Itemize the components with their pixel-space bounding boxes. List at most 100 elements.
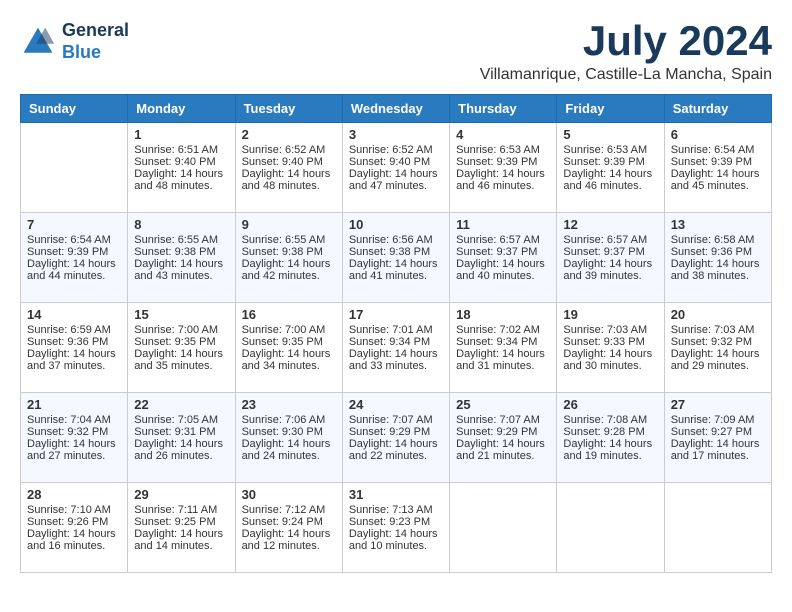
cell-info: Sunrise: 6:57 AM [456,234,550,246]
cell-info: Sunset: 9:34 PM [456,336,550,348]
cell-info: Sunset: 9:24 PM [242,516,336,528]
calendar-cell: 25Sunrise: 7:07 AMSunset: 9:29 PMDayligh… [450,393,557,483]
cell-info: Sunset: 9:27 PM [671,426,765,438]
cell-info: Sunrise: 6:53 AM [563,144,657,156]
calendar-cell: 21Sunrise: 7:04 AMSunset: 9:32 PMDayligh… [21,393,128,483]
calendar-cell: 9Sunrise: 6:55 AMSunset: 9:38 PMDaylight… [235,213,342,303]
cell-info: and 39 minutes. [563,270,657,282]
cell-info: Sunset: 9:39 PM [27,246,121,258]
cell-info: and 48 minutes. [242,180,336,192]
cell-info: Sunrise: 6:51 AM [134,144,228,156]
cell-info: and 43 minutes. [134,270,228,282]
header: General Blue July 2024 Villamanrique, Ca… [20,20,772,84]
weekday-header: Sunday [21,95,128,123]
calendar-cell: 22Sunrise: 7:05 AMSunset: 9:31 PMDayligh… [128,393,235,483]
calendar-week-row: 28Sunrise: 7:10 AMSunset: 9:26 PMDayligh… [21,483,772,573]
cell-info: and 47 minutes. [349,180,443,192]
day-number: 10 [349,217,443,232]
cell-info: Sunset: 9:38 PM [134,246,228,258]
month-year: July 2024 [480,20,772,62]
cell-info: and 21 minutes. [456,450,550,462]
cell-info: Daylight: 14 hours [349,348,443,360]
cell-info: and 10 minutes. [349,540,443,552]
cell-info: Sunrise: 7:06 AM [242,414,336,426]
cell-info: and 41 minutes. [349,270,443,282]
cell-info: Sunset: 9:40 PM [349,156,443,168]
calendar-cell: 16Sunrise: 7:00 AMSunset: 9:35 PMDayligh… [235,303,342,393]
calendar-table: SundayMondayTuesdayWednesdayThursdayFrid… [20,94,772,573]
cell-info: Sunset: 9:36 PM [671,246,765,258]
cell-info: Sunset: 9:38 PM [242,246,336,258]
calendar-cell [21,123,128,213]
cell-info: and 26 minutes. [134,450,228,462]
cell-info: Sunset: 9:39 PM [671,156,765,168]
weekday-header: Saturday [664,95,771,123]
day-number: 28 [27,487,121,502]
cell-info: Sunset: 9:37 PM [456,246,550,258]
cell-info: Daylight: 14 hours [671,258,765,270]
calendar-cell: 10Sunrise: 6:56 AMSunset: 9:38 PMDayligh… [342,213,449,303]
calendar-cell: 11Sunrise: 6:57 AMSunset: 9:37 PMDayligh… [450,213,557,303]
calendar-cell: 17Sunrise: 7:01 AMSunset: 9:34 PMDayligh… [342,303,449,393]
cell-info: and 45 minutes. [671,180,765,192]
cell-info: Sunrise: 6:57 AM [563,234,657,246]
cell-info: Sunrise: 6:52 AM [242,144,336,156]
day-number: 2 [242,127,336,142]
calendar-cell: 15Sunrise: 7:00 AMSunset: 9:35 PMDayligh… [128,303,235,393]
cell-info: Sunrise: 6:59 AM [27,324,121,336]
cell-info: Sunset: 9:38 PM [349,246,443,258]
cell-info: Daylight: 14 hours [242,438,336,450]
cell-info: and 30 minutes. [563,360,657,372]
cell-info: Sunrise: 7:03 AM [671,324,765,336]
cell-info: Daylight: 14 hours [456,438,550,450]
cell-info: Daylight: 14 hours [134,348,228,360]
cell-info: Sunrise: 7:08 AM [563,414,657,426]
cell-info: Sunset: 9:36 PM [27,336,121,348]
cell-info: Sunrise: 7:00 AM [134,324,228,336]
day-number: 26 [563,397,657,412]
cell-info: Daylight: 14 hours [27,438,121,450]
header-row: SundayMondayTuesdayWednesdayThursdayFrid… [21,95,772,123]
weekday-header: Tuesday [235,95,342,123]
cell-info: Sunset: 9:29 PM [349,426,443,438]
logo: General Blue [20,20,129,63]
cell-info: Sunrise: 7:13 AM [349,504,443,516]
cell-info: and 33 minutes. [349,360,443,372]
cell-info: Sunset: 9:39 PM [456,156,550,168]
cell-info: Sunset: 9:32 PM [27,426,121,438]
cell-info: Sunset: 9:30 PM [242,426,336,438]
calendar-week-row: 14Sunrise: 6:59 AMSunset: 9:36 PMDayligh… [21,303,772,393]
cell-info: Sunrise: 7:12 AM [242,504,336,516]
cell-info: Daylight: 14 hours [456,258,550,270]
cell-info: Sunset: 9:31 PM [134,426,228,438]
cell-info: Sunrise: 6:55 AM [242,234,336,246]
cell-info: Daylight: 14 hours [671,168,765,180]
cell-info: Sunset: 9:29 PM [456,426,550,438]
cell-info: Sunrise: 7:11 AM [134,504,228,516]
cell-info: Daylight: 14 hours [27,528,121,540]
cell-info: Sunset: 9:23 PM [349,516,443,528]
cell-info: and 38 minutes. [671,270,765,282]
calendar-cell [450,483,557,573]
cell-info: Sunrise: 6:58 AM [671,234,765,246]
cell-info: Daylight: 14 hours [671,438,765,450]
day-number: 15 [134,307,228,322]
cell-info: and 44 minutes. [27,270,121,282]
cell-info: and 46 minutes. [563,180,657,192]
cell-info: and 12 minutes. [242,540,336,552]
calendar-cell: 23Sunrise: 7:06 AMSunset: 9:30 PMDayligh… [235,393,342,483]
cell-info: Sunrise: 7:07 AM [349,414,443,426]
title-area: July 2024 Villamanrique, Castille-La Man… [480,20,772,84]
calendar-cell: 14Sunrise: 6:59 AMSunset: 9:36 PMDayligh… [21,303,128,393]
cell-info: Daylight: 14 hours [563,438,657,450]
day-number: 4 [456,127,550,142]
cell-info: and 31 minutes. [456,360,550,372]
cell-info: and 24 minutes. [242,450,336,462]
cell-info: Daylight: 14 hours [242,348,336,360]
day-number: 22 [134,397,228,412]
cell-info: Daylight: 14 hours [242,258,336,270]
cell-info: Daylight: 14 hours [456,348,550,360]
cell-info: Sunset: 9:28 PM [563,426,657,438]
cell-info: and 27 minutes. [27,450,121,462]
cell-info: Daylight: 14 hours [349,528,443,540]
